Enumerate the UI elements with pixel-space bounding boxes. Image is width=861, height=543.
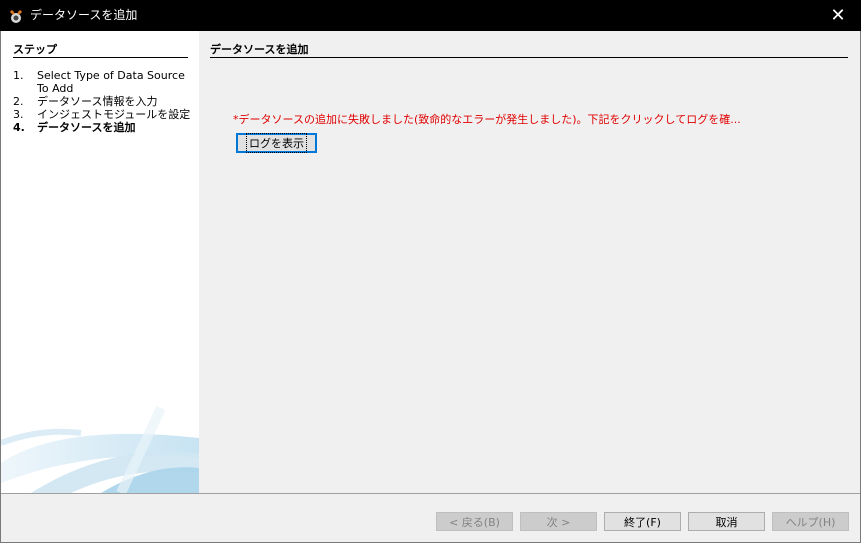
step-item: 2. データソース情報を入力: [13, 95, 193, 108]
finish-button[interactable]: 終了(F): [604, 512, 681, 531]
main-content: データソースを追加 *データソースの追加に失敗しました(致命的なエラーが発生しま…: [199, 31, 860, 493]
decorative-swoosh: [1, 405, 199, 493]
step-number: 4.: [13, 121, 25, 134]
title-bar: データソースを追加 ✕: [0, 0, 861, 31]
steps-heading: ステップ: [13, 43, 188, 58]
view-log-button[interactable]: ログを表示: [236, 133, 317, 153]
cancel-button[interactable]: 取消: [688, 512, 765, 531]
step-item-current: 4. データソースを追加: [13, 121, 193, 134]
step-number: 3.: [13, 108, 24, 121]
help-button[interactable]: ヘルプ(H): [772, 512, 849, 531]
next-button[interactable]: 次 >: [520, 512, 597, 531]
step-item: 3. インジェストモジュールを設定: [13, 108, 193, 121]
step-item: 1. Select Type of Data Source To Add: [13, 69, 193, 95]
step-label: データソース情報を入力: [37, 95, 158, 108]
back-button[interactable]: < 戻る(B): [436, 512, 513, 531]
steps-pane: ステップ 1. Select Type of Data Source To Ad…: [1, 31, 199, 493]
step-number: 1.: [13, 69, 24, 82]
close-button[interactable]: ✕: [815, 0, 861, 31]
view-log-label: ログを表示: [246, 133, 307, 153]
step-label: Select Type of Data Source To Add: [37, 69, 185, 95]
step-number: 2.: [13, 95, 24, 108]
button-bar: < 戻る(B) 次 > 終了(F) 取消 ヘルプ(H): [1, 494, 860, 542]
steps-list: 1. Select Type of Data Source To Add 2. …: [13, 69, 193, 134]
error-message: *データソースの追加に失敗しました(致命的なエラーが発生しました)。下記をクリッ…: [233, 113, 741, 126]
step-label: インジェストモジュールを設定: [37, 108, 191, 121]
window-title: データソースを追加: [30, 8, 138, 22]
step-label: データソースを追加: [37, 121, 136, 134]
app-icon: [10, 10, 22, 23]
close-icon: ✕: [830, 5, 846, 26]
content-heading: データソースを追加: [210, 43, 848, 58]
